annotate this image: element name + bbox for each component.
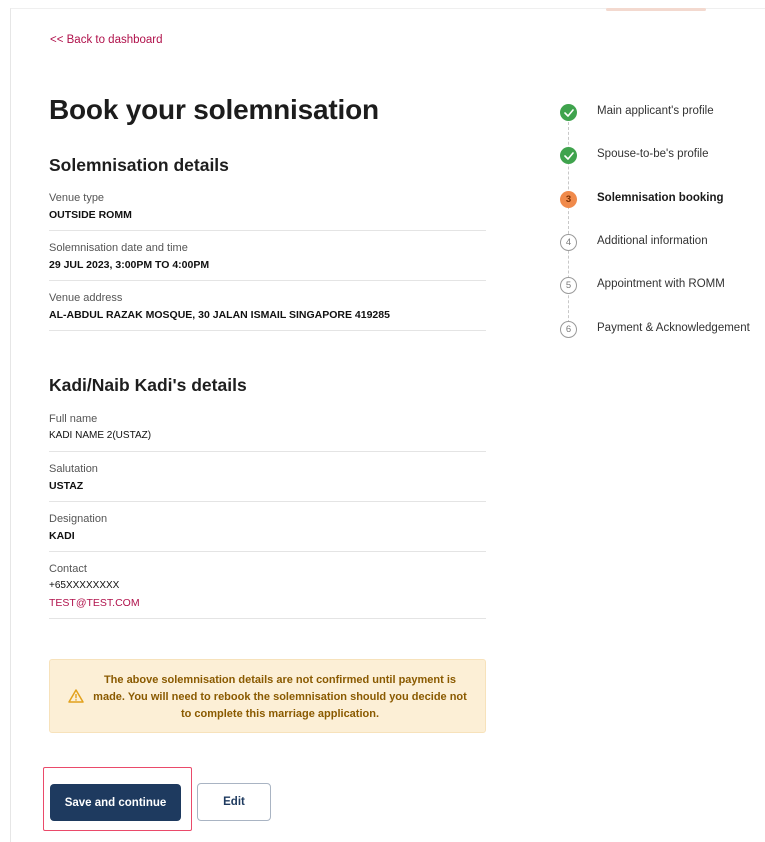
step-label: Additional information <box>597 235 708 247</box>
back-to-dashboard-link[interactable]: << Back to dashboard <box>50 34 163 46</box>
step-label: Payment & Acknowledgement <box>597 322 750 334</box>
salutation-label: Salutation <box>49 463 98 475</box>
step-number-badge: 6 <box>560 321 577 338</box>
check-icon <box>560 147 577 164</box>
warning-triangle-icon <box>68 689 84 703</box>
kadi-fullname-field: Full name KADI NAME 2(USTAZ) <box>49 412 486 452</box>
step-label: Spouse-to-be's profile <box>597 148 709 160</box>
solemnisation-details-heading: Solemnisation details <box>49 155 229 175</box>
salutation-value: USTAZ <box>49 480 84 492</box>
fullname-label: Full name <box>49 413 98 425</box>
step-spouse-profile[interactable]: Spouse-to-be's profile <box>560 147 765 165</box>
venue-type-value: OUTSIDE ROMM <box>49 209 132 221</box>
datetime-value: 29 JUL 2023, 3:00PM TO 4:00PM <box>49 259 210 271</box>
venue-address-value: AL-ABDUL RAZAK MOSQUE, 30 JALAN ISMAIL S… <box>49 309 390 321</box>
datetime-label: Solemnisation date and time <box>49 242 188 254</box>
step-number-badge: 3 <box>560 191 577 208</box>
step-label: Main applicant's profile <box>597 105 714 117</box>
top-accent-bar <box>606 8 706 11</box>
solemnisation-datetime-field: Solemnisation date and time 29 JUL 2023,… <box>49 241 486 281</box>
contact-label: Contact <box>49 563 87 575</box>
venue-type-label: Venue type <box>49 192 105 204</box>
step-additional-information[interactable]: 4 Additional information <box>560 234 765 252</box>
venue-address-field: Venue address AL-ABDUL RAZAK MOSQUE, 30 … <box>49 291 486 331</box>
kadi-contact-field: Contact +65XXXXXXXX TEST@TEST.COM <box>49 562 486 619</box>
step-main-applicant-profile[interactable]: Main applicant's profile <box>560 104 765 122</box>
step-label: Appointment with ROMM <box>597 278 725 290</box>
step-payment-acknowledgement[interactable]: 6 Payment & Acknowledgement <box>560 321 765 339</box>
contact-email-link[interactable]: TEST@TEST.COM <box>49 596 486 610</box>
venue-address-label: Venue address <box>49 292 123 304</box>
warning-text: The above solemnisation details are not … <box>93 674 467 720</box>
step-solemnisation-booking[interactable]: 3 Solemnisation booking <box>560 191 765 209</box>
designation-label: Designation <box>49 513 108 525</box>
kadi-details-heading: Kadi/Naib Kadi's details <box>49 375 247 395</box>
payment-warning-banner: The above solemnisation details are not … <box>49 659 486 733</box>
step-number-badge: 5 <box>560 277 577 294</box>
designation-value: KADI <box>49 530 75 542</box>
page-title: Book your solemnisation <box>49 94 379 125</box>
check-icon <box>560 104 577 121</box>
venue-type-field: Venue type OUTSIDE ROMM <box>49 191 486 231</box>
kadi-designation-field: Designation KADI <box>49 512 486 552</box>
edit-button[interactable]: Edit <box>197 783 271 821</box>
step-number-badge: 4 <box>560 234 577 251</box>
save-and-continue-button[interactable]: Save and continue <box>50 784 181 821</box>
contact-phone: +65XXXXXXXX <box>49 580 120 591</box>
fullname-value: KADI NAME 2(USTAZ) <box>49 430 152 441</box>
step-appointment-with-romm[interactable]: 5 Appointment with ROMM <box>560 277 765 295</box>
kadi-salutation-field: Salutation USTAZ <box>49 462 486 502</box>
step-label: Solemnisation booking <box>597 192 724 204</box>
